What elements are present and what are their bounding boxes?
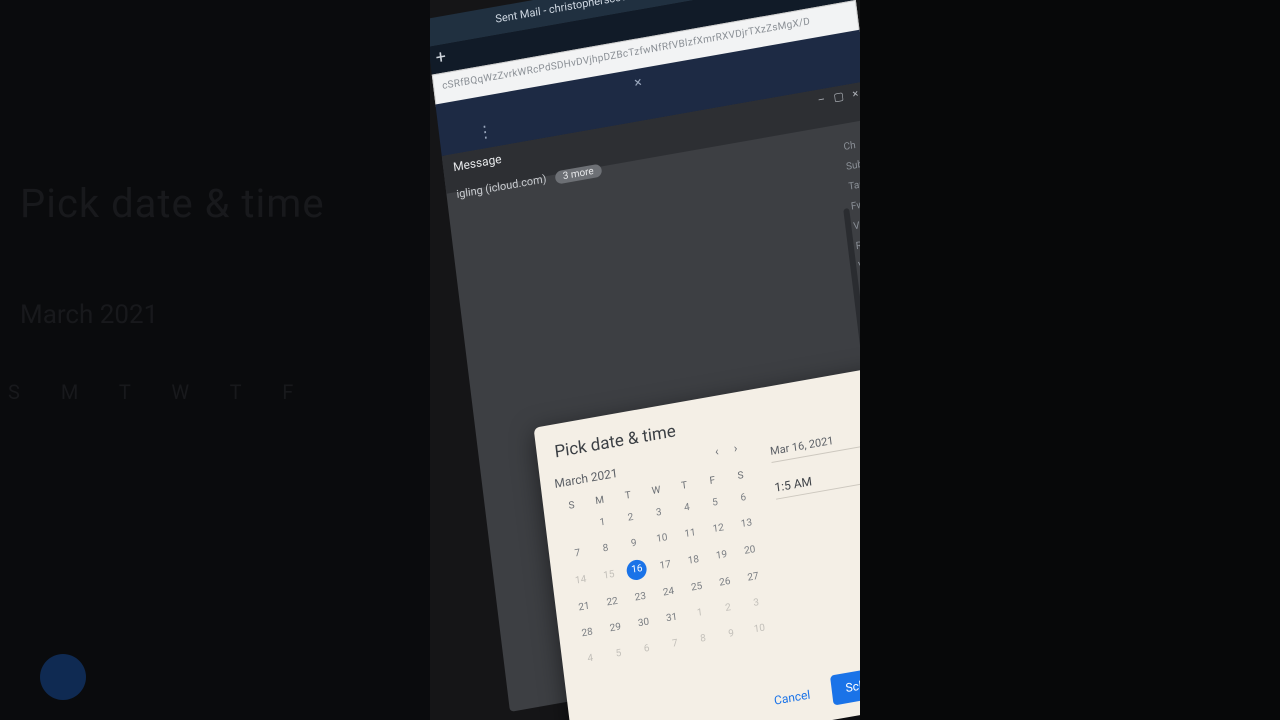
compose-title: Message	[452, 152, 502, 174]
calendar-day[interactable]: 6	[631, 633, 662, 664]
ghost-dow: S M T W T F	[8, 380, 311, 404]
calendar-day[interactable]: 5	[603, 638, 634, 669]
schedule-send-button[interactable]: Schedule send	[830, 657, 860, 705]
left-letterbox: Pick date & time March 2021 S M T W T F	[0, 0, 430, 720]
date-time-fields: Mar 16, 2021 1:5 AM	[769, 419, 860, 499]
calendar-day[interactable]: 9	[716, 618, 747, 649]
ghost-month: March 2021	[20, 300, 158, 330]
calendar-grid: SMTWTFS 12345678910111213141516171819202…	[557, 465, 776, 673]
calendar-day[interactable]: 8	[687, 623, 718, 654]
calendar-day[interactable]: 10	[744, 613, 775, 644]
phone-viewport: Sent Mail - christopherscottrigling@gmai…	[430, 0, 860, 720]
right-letterbox	[860, 0, 1280, 720]
ghost-selected-day	[40, 654, 86, 700]
ghost-title: Pick date & time	[20, 180, 325, 227]
calendar: March 2021 ‹ › SMTWTFS 12345678910111213…	[553, 438, 775, 673]
laptop-screen: Sent Mail - christopherscottrigling@gmai…	[430, 0, 860, 720]
compose-window: Message – ▢ × igling (icloud.com) 3 more…	[442, 81, 860, 712]
schedule-send-dialog: Pick date & time March 2021 ‹ › SMTWTFS …	[534, 361, 860, 720]
calendar-day[interactable]: 7	[659, 628, 690, 659]
new-tab-button[interactable]: +	[435, 50, 447, 66]
kebab-menu-icon[interactable]: ⋮	[476, 121, 495, 143]
close-icon[interactable]: ×	[633, 74, 642, 91]
calendar-month-label: March 2021	[554, 466, 619, 491]
prev-month-button[interactable]: ‹	[708, 443, 725, 460]
calendar-day[interactable]: 4	[575, 643, 606, 674]
next-month-button[interactable]: ›	[727, 440, 744, 457]
compose-window-controls[interactable]: – ▢ ×	[817, 86, 860, 107]
cancel-button[interactable]: Cancel	[768, 679, 816, 717]
